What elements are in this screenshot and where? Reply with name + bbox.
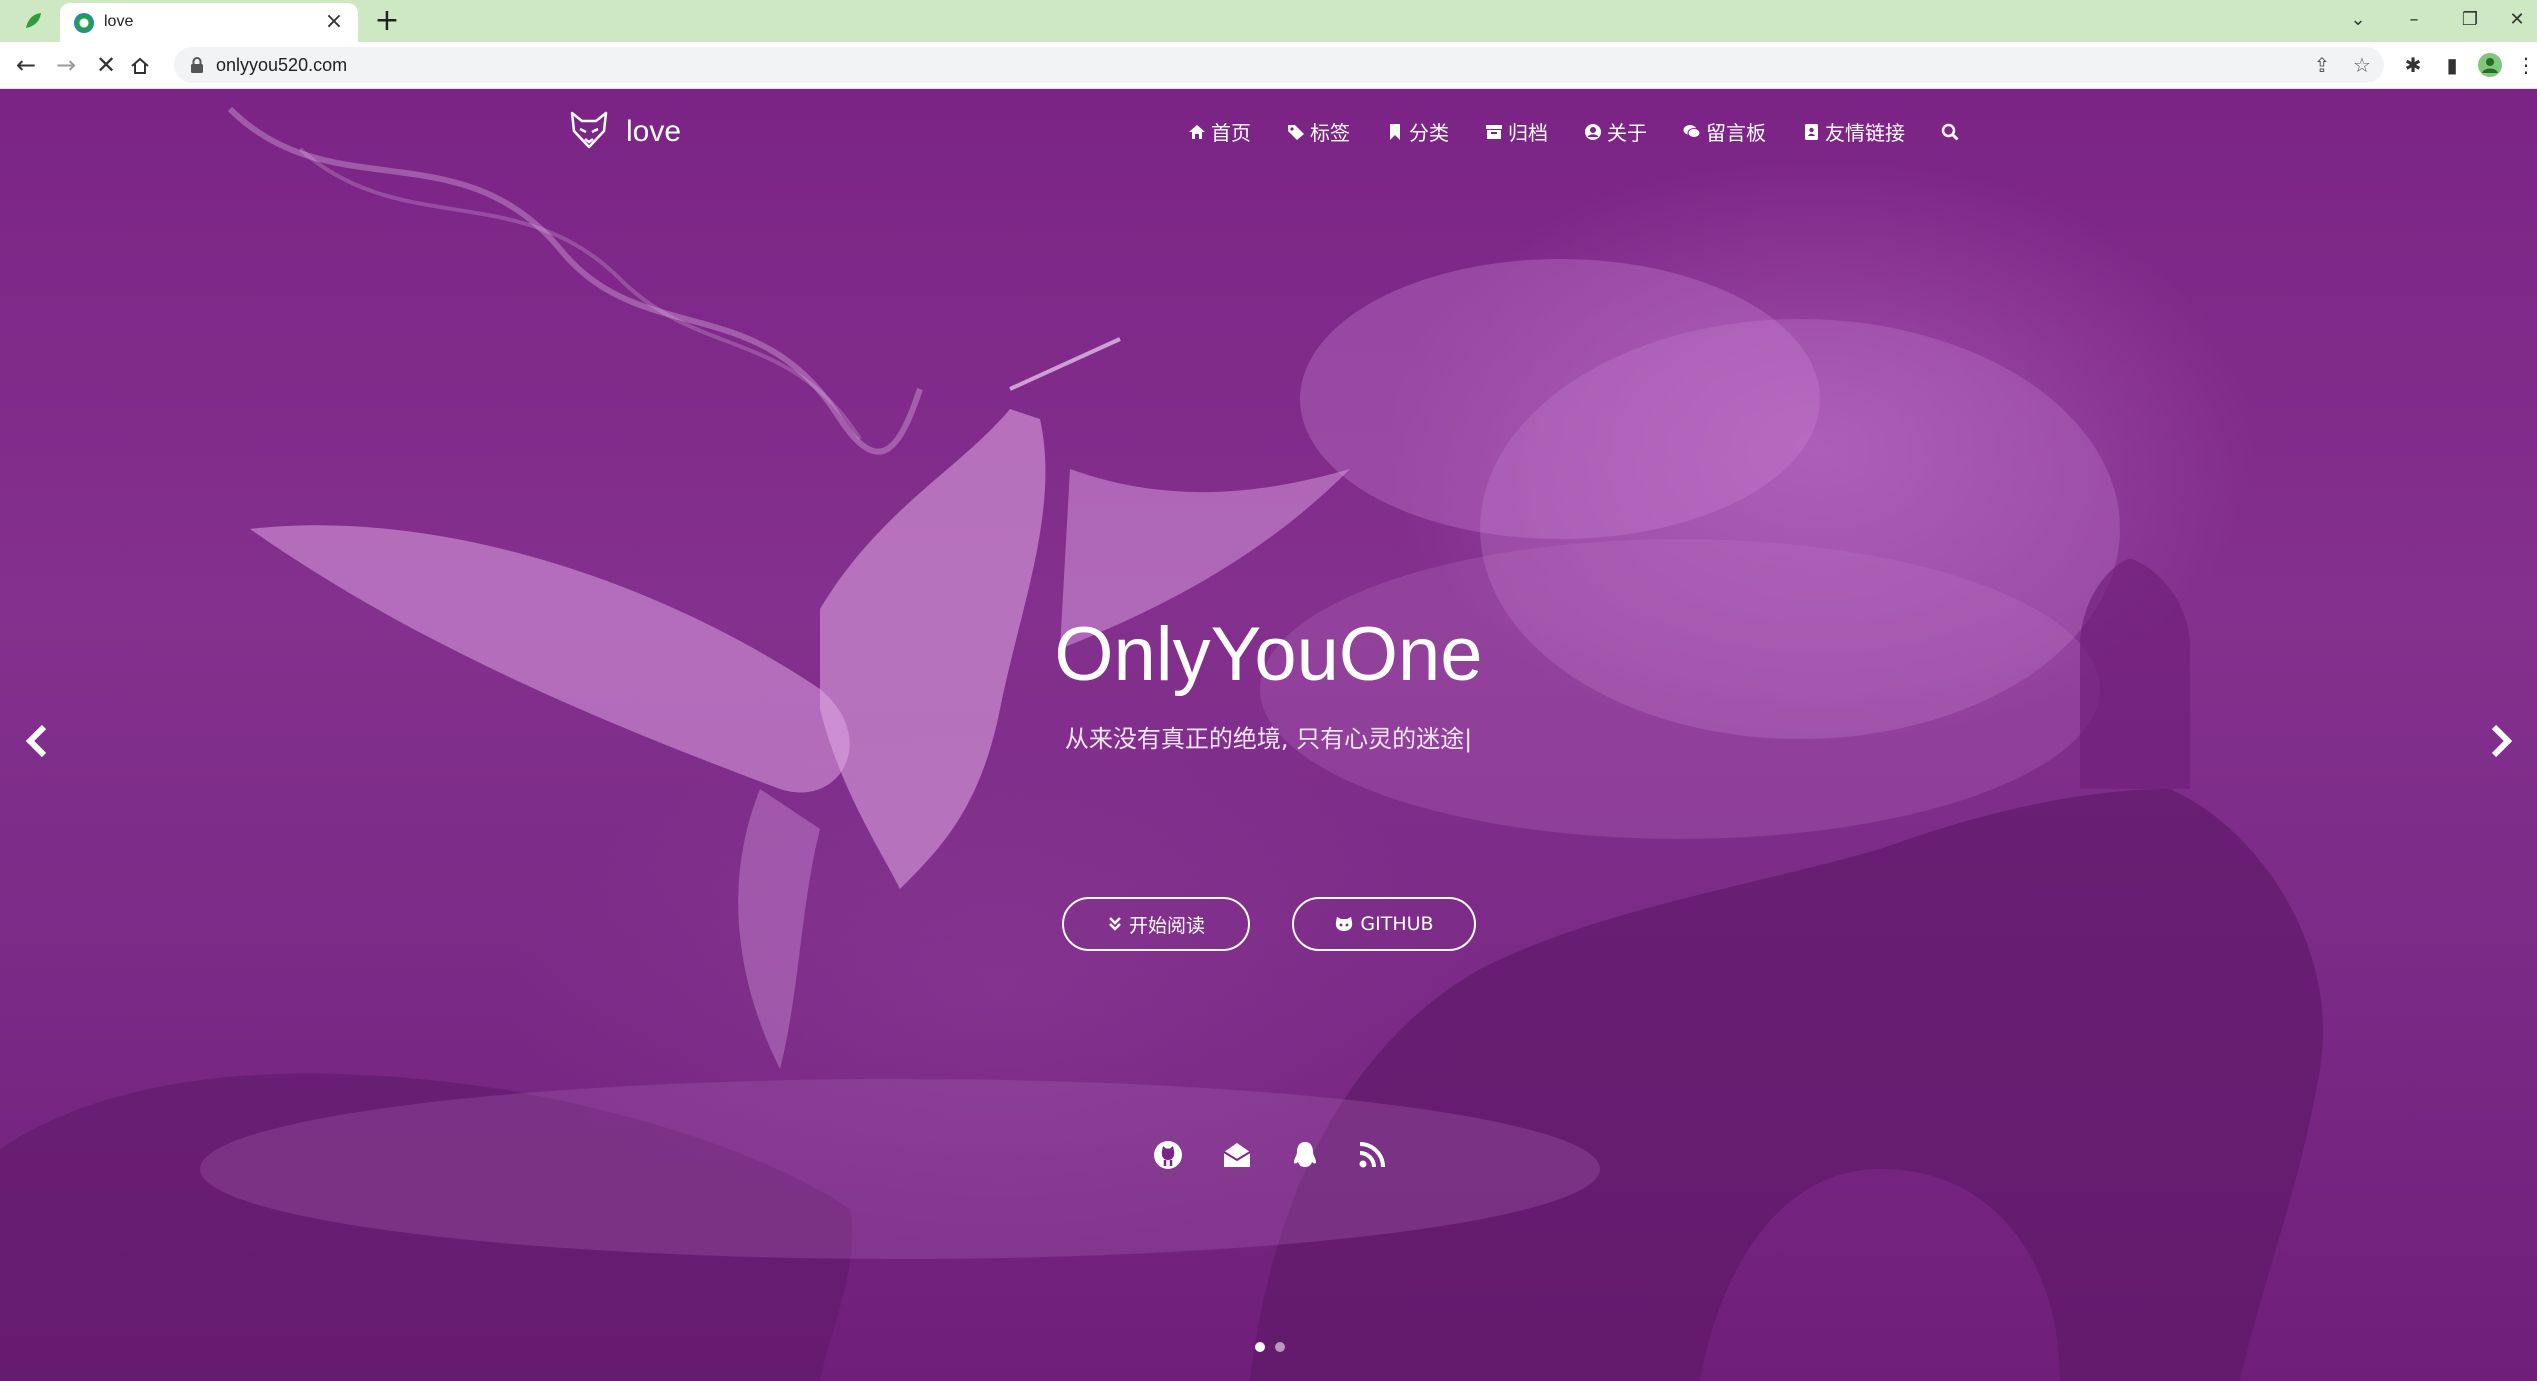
restore-button[interactable]: ❐ bbox=[2450, 4, 2490, 36]
bookmark-star-icon[interactable]: ☆ bbox=[2350, 53, 2374, 77]
archive-icon bbox=[1486, 124, 1502, 139]
angle-double-down-icon bbox=[1109, 917, 1121, 931]
user-circle-icon bbox=[1585, 123, 1601, 140]
profile-avatar-icon[interactable] bbox=[2478, 53, 2502, 77]
browser-tab[interactable]: love × bbox=[60, 3, 358, 42]
share-icon[interactable]: ⇪ bbox=[2310, 53, 2334, 77]
qq-icon[interactable] bbox=[1289, 1139, 1321, 1171]
carousel-dot-active[interactable] bbox=[1255, 1342, 1265, 1352]
nav-label: 关于 bbox=[1607, 121, 1647, 145]
tags-icon bbox=[1288, 124, 1304, 140]
home-icon bbox=[1189, 124, 1205, 139]
close-window-button[interactable]: ✕ bbox=[2497, 4, 2537, 36]
hero-banner: love 首页 标签 分类 归档 关于 留言板 友情链接 OnlyYouOne … bbox=[0, 89, 2537, 1381]
start-reading-button[interactable]: 开始阅读 bbox=[1062, 897, 1250, 951]
side-panel-icon[interactable]: ▮ bbox=[2437, 50, 2467, 80]
envelope-icon[interactable] bbox=[1221, 1139, 1253, 1171]
github-alt-icon bbox=[1336, 917, 1353, 931]
browser-toolbar: ← → ✕ onlyyou520.com ⇪ ☆ ✱ ▮ ⋮ bbox=[0, 42, 2537, 89]
browser-tab-strip: love × + ⌄ – ❐ ✕ bbox=[0, 0, 2537, 42]
extension-leaf-icon[interactable] bbox=[22, 10, 44, 32]
nav-label: 友情链接 bbox=[1825, 121, 1905, 145]
site-header: love 首页 标签 分类 归档 关于 留言板 友情链接 bbox=[0, 89, 2537, 179]
minimize-button[interactable]: – bbox=[2394, 4, 2434, 36]
lock-icon[interactable] bbox=[190, 57, 204, 73]
extensions-puzzle-icon[interactable]: ✱ bbox=[2398, 50, 2428, 80]
site-logo-text[interactable]: love bbox=[626, 115, 681, 149]
github-button[interactable]: GITHUB bbox=[1292, 897, 1476, 951]
rss-icon[interactable] bbox=[1356, 1139, 1388, 1171]
nav-guestbook[interactable]: 留言板 bbox=[1683, 117, 1766, 146]
carousel-next-arrow-icon[interactable] bbox=[2486, 721, 2516, 761]
fox-logo-icon[interactable] bbox=[568, 109, 610, 151]
new-tab-button[interactable]: + bbox=[372, 6, 402, 36]
start-reading-label: 开始阅读 bbox=[1128, 914, 1205, 937]
carousel-dot[interactable] bbox=[1275, 1342, 1285, 1352]
nav-label: 标签 bbox=[1310, 121, 1350, 145]
nav-archive[interactable]: 归档 bbox=[1485, 117, 1548, 146]
home-button[interactable] bbox=[130, 56, 150, 76]
address-book-icon bbox=[1805, 123, 1818, 140]
nav-friend-links[interactable]: 友情链接 bbox=[1802, 117, 1905, 146]
comments-icon bbox=[1683, 124, 1701, 138]
tab-title: love bbox=[104, 13, 134, 30]
browser-menu-icon[interactable]: ⋮ bbox=[2516, 50, 2536, 80]
bookmark-icon bbox=[1390, 123, 1400, 140]
tab-search-icon[interactable]: ⌄ bbox=[2338, 4, 2378, 36]
nav-label: 首页 bbox=[1211, 121, 1251, 145]
carousel-prev-arrow-icon[interactable] bbox=[22, 721, 52, 761]
stop-loading-button[interactable]: ✕ bbox=[90, 49, 122, 81]
github-icon[interactable] bbox=[1152, 1139, 1184, 1171]
github-label: GITHUB bbox=[1360, 913, 1434, 935]
nav-label: 分类 bbox=[1409, 121, 1449, 145]
nav-tags[interactable]: 标签 bbox=[1287, 117, 1350, 146]
nav-label: 留言板 bbox=[1706, 121, 1766, 145]
site-favicon-icon bbox=[74, 13, 94, 33]
search-icon bbox=[1941, 123, 1959, 141]
main-nav: 首页 标签 分类 归档 关于 留言板 友情链接 bbox=[1188, 117, 1959, 146]
back-button[interactable]: ← bbox=[10, 49, 42, 81]
forward-button[interactable]: → bbox=[50, 49, 82, 81]
nav-search[interactable] bbox=[1941, 123, 1959, 141]
nav-about[interactable]: 关于 bbox=[1584, 117, 1647, 146]
address-bar[interactable]: onlyyou520.com ⇪ ☆ bbox=[174, 47, 2384, 83]
url-text[interactable]: onlyyou520.com bbox=[216, 55, 347, 76]
nav-categories[interactable]: 分类 bbox=[1386, 117, 1449, 146]
hero-title: OnlyYouOne bbox=[1054, 612, 1483, 697]
nav-label: 归档 bbox=[1508, 121, 1548, 145]
nav-home[interactable]: 首页 bbox=[1188, 117, 1251, 146]
hero-subtitle: 从来没有真正的绝境, 只有心灵的迷途| bbox=[1064, 725, 1473, 753]
close-tab-icon[interactable]: × bbox=[320, 8, 348, 36]
